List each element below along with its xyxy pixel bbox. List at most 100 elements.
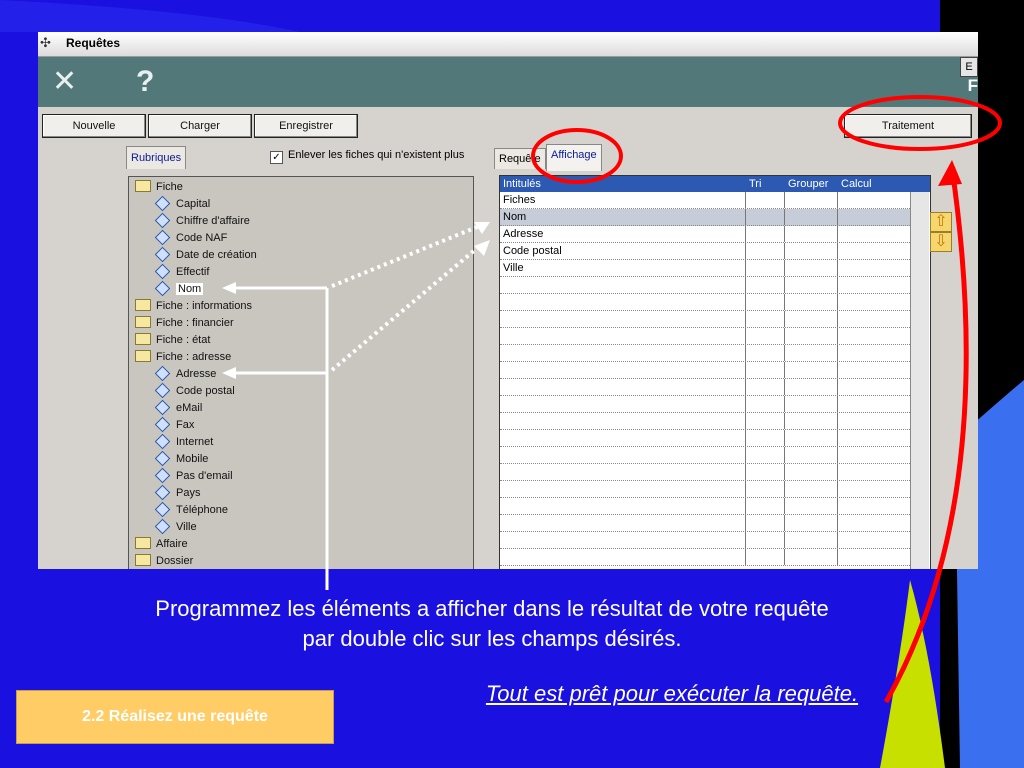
tree-leaf-item[interactable]: Nom — [154, 280, 204, 297]
grid-row[interactable] — [500, 328, 910, 345]
tab-requete[interactable]: Requête — [494, 148, 546, 169]
tree-leaf-item[interactable]: Pas d'email — [154, 467, 233, 484]
grid-row[interactable] — [500, 532, 910, 549]
grid-row[interactable]: Ville — [500, 260, 910, 277]
grid-cell-intitule: Fiches — [503, 194, 536, 206]
grid-column-divider — [745, 260, 746, 276]
grid-row[interactable] — [500, 430, 910, 447]
tree-folder-item[interactable]: Dossier — [135, 553, 193, 569]
grid-column-divider — [837, 362, 838, 378]
tree-leaf-item[interactable]: Chiffre d'affaire — [154, 212, 250, 229]
column-calcul[interactable]: Calcul — [841, 176, 872, 192]
tab-rubriques[interactable]: Rubriques — [126, 146, 187, 169]
grid-column-divider — [745, 243, 746, 259]
charger-button[interactable]: Charger — [148, 114, 252, 138]
field-icon — [154, 195, 171, 211]
grid-row[interactable] — [500, 515, 910, 532]
grid-column-divider — [837, 260, 838, 276]
remove-fiches-checkbox[interactable]: ✓ — [270, 151, 283, 164]
arrow-down-icon[interactable]: ⇩ — [930, 232, 952, 252]
grid-row[interactable] — [500, 345, 910, 362]
grid-row[interactable] — [500, 549, 910, 566]
affichage-grid: Intitulés Tri Grouper Calcul Fiches Nom Ad… — [499, 175, 931, 569]
grid-row[interactable] — [500, 311, 910, 328]
tree-item-label: Date de création — [176, 249, 257, 261]
arrow-up-icon[interactable]: ⇧ — [930, 212, 952, 232]
tab-affichage[interactable]: Affichage — [546, 144, 602, 171]
column-grouper[interactable]: Grouper — [788, 176, 828, 192]
grid-row[interactable] — [500, 464, 910, 481]
grid-row[interactable] — [500, 277, 910, 294]
edge-button[interactable]: E — [960, 57, 978, 77]
tree-item-label: Internet — [176, 436, 214, 448]
grid-row[interactable] — [500, 294, 910, 311]
grid-column-divider — [745, 532, 746, 548]
nouvelle-button[interactable]: Nouvelle — [42, 114, 146, 138]
grid-row[interactable] — [500, 362, 910, 379]
tree-folder-item[interactable]: Fiche : état — [135, 332, 210, 348]
tree-leaf-item[interactable]: Code NAF — [154, 229, 227, 246]
tree-leaf-item[interactable]: Pays — [154, 484, 201, 501]
tree-item-label: Pays — [176, 487, 201, 499]
button-row: Nouvelle Charger Enregistrer Traitement — [38, 111, 978, 141]
field-icon — [154, 501, 171, 517]
grid-row[interactable] — [500, 481, 910, 498]
tree-leaf-item[interactable]: Téléphone — [154, 501, 228, 518]
grid-row[interactable]: Adresse — [500, 226, 910, 243]
grid-row[interactable] — [500, 396, 910, 413]
tree-folder-item[interactable]: Fiche : informations — [135, 298, 252, 314]
tree-item-label: Dossier — [156, 555, 194, 567]
window-title: Requêtes — [66, 36, 121, 50]
tree-leaf-item[interactable]: Capital — [154, 195, 211, 212]
grid-column-divider — [837, 532, 838, 548]
grid-column-divider — [837, 515, 838, 531]
tree-item-label: Capital — [176, 198, 211, 210]
section-badge: 2.2 Réalisez une requête — [16, 690, 334, 744]
grid-row[interactable]: Nom — [500, 209, 910, 226]
traitement-button[interactable]: Traitement — [844, 114, 972, 138]
grid-row[interactable]: Fiches — [500, 192, 910, 209]
field-icon — [154, 484, 171, 500]
tree-folder-item[interactable]: Fiche — [135, 179, 183, 195]
tree-item-label: Chiffre d'affaire — [176, 215, 250, 227]
tree-leaf-item[interactable]: Code postal — [154, 382, 235, 399]
tree-leaf-item[interactable]: Ville — [154, 518, 197, 535]
folder-icon — [135, 316, 151, 329]
grid-scrollbar[interactable] — [910, 192, 929, 569]
tree-leaf-item[interactable]: Mobile — [154, 450, 208, 467]
network-icon: ✣ — [40, 35, 51, 50]
grid-column-divider — [745, 226, 746, 242]
tools-icon[interactable]: ✕ — [52, 65, 77, 99]
caption-line-1: Programmez les éléments a afficher dans … — [155, 596, 829, 621]
grid-column-divider — [837, 447, 838, 463]
grid-column-divider — [784, 277, 785, 293]
tree-leaf-item[interactable]: Internet — [154, 433, 214, 450]
grid-row[interactable] — [500, 379, 910, 396]
grid-column-divider — [784, 328, 785, 344]
tree-folder-item[interactable]: Fiche : financier — [135, 315, 234, 331]
grid-row[interactable]: Code postal — [500, 243, 910, 260]
tree-folder-item[interactable]: Fiche : adresse — [135, 349, 231, 365]
tree-item-label: Fiche : informations — [156, 300, 252, 312]
grid-header: Intitulés Tri Grouper Calcul — [500, 176, 930, 192]
help-icon[interactable]: ? — [136, 65, 154, 99]
caption-line-2: par double clic sur les champs désirés. — [302, 626, 682, 651]
grid-row[interactable] — [500, 413, 910, 430]
tree-leaf-item[interactable]: Adresse — [154, 365, 216, 382]
tree-leaf-item[interactable]: Date de création — [154, 246, 257, 263]
grid-column-divider — [784, 209, 785, 225]
tree-leaf-item[interactable]: Fax — [154, 416, 194, 433]
grid-row[interactable] — [500, 498, 910, 515]
grid-column-divider — [745, 464, 746, 480]
enregistrer-button[interactable]: Enregistrer — [254, 114, 358, 138]
grid-column-divider — [745, 396, 746, 412]
grid-row[interactable] — [500, 447, 910, 464]
grid-column-divider — [784, 192, 785, 208]
tree-leaf-item[interactable]: Effectif — [154, 263, 209, 280]
tree-leaf-item[interactable]: eMail — [154, 399, 202, 416]
grid-column-divider — [745, 498, 746, 514]
column-intitules[interactable]: Intitulés — [503, 176, 541, 192]
tree-folder-item[interactable]: Affaire — [135, 536, 188, 552]
column-tri[interactable]: Tri — [749, 176, 761, 192]
rubriques-tree[interactable]: Fiche Capital Chiffre d'affaire Code NAF Dat… — [128, 176, 474, 569]
